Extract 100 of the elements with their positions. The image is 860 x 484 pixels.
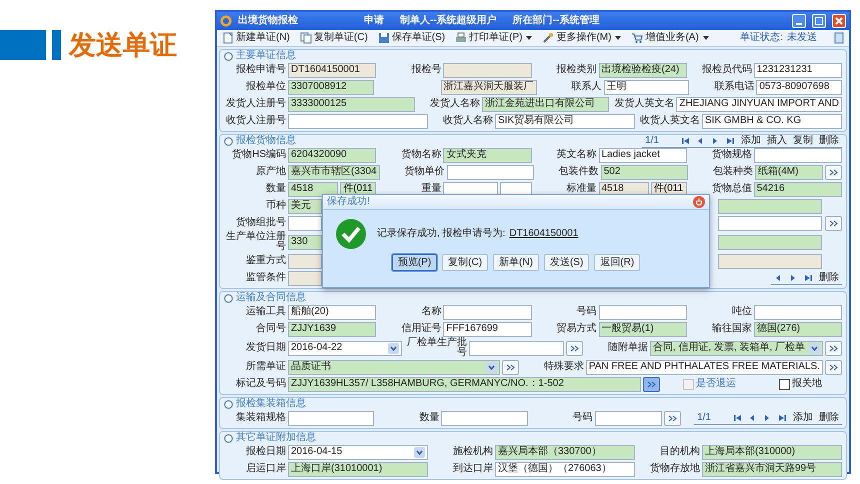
- input-field[interactable]: [718, 234, 822, 250]
- input-field[interactable]: 嘉兴局本部（330700）: [495, 444, 635, 460]
- pager-button[interactable]: [732, 414, 742, 422]
- input-field[interactable]: 上海口岸(31010001): [288, 462, 428, 476]
- more-button[interactable]: [825, 164, 842, 180]
- input-field[interactable]: 女式夹克: [443, 148, 532, 162]
- toolbar-button[interactable]: 更多操作(M): [541, 30, 622, 46]
- toolbar-button[interactable]: 增值业务(A): [630, 30, 710, 46]
- input-field[interactable]: 上海局本部(310000): [702, 444, 842, 460]
- field-label: 所需单证: [245, 362, 286, 372]
- more-button[interactable]: [664, 410, 682, 426]
- input-field[interactable]: [718, 216, 822, 230]
- input-field[interactable]: 3307008912: [288, 80, 374, 94]
- toolbar-button[interactable]: 复制单证(C): [298, 30, 369, 46]
- dialog-button[interactable]: 新单(N): [493, 254, 539, 271]
- input-field[interactable]: [718, 254, 822, 268]
- input-field[interactable]: 浙江省嘉兴市洞天路99号: [702, 462, 842, 476]
- input-field[interactable]: ZJJY1639HL357/ L358HAMBURG, GERMANYC/NO.：1-502: [288, 376, 641, 392]
- dropdown-field[interactable]: 2016-04-15: [288, 444, 428, 460]
- dropdown-field[interactable]: 品质证书: [288, 360, 500, 374]
- input-field[interactable]: 一般贸易(1): [598, 322, 687, 336]
- dialog-button[interactable]: 复制(C): [442, 254, 488, 271]
- dropdown-field[interactable]: 2016-04-22: [288, 340, 402, 356]
- input-field[interactable]: [754, 304, 842, 320]
- input-field[interactable]: 纸箱(4M): [754, 164, 823, 180]
- more-button[interactable]: [825, 360, 842, 374]
- toolbar-button[interactable]: 保存单证(S): [376, 30, 446, 46]
- dropdown-field[interactable]: 合同, 信用证, 发票, 装箱单, 厂检单: [650, 340, 824, 356]
- pager-action-button[interactable]: 添加: [741, 134, 761, 146]
- input-field[interactable]: FFF167699: [443, 322, 532, 336]
- input-field[interactable]: 0573-80907698: [756, 80, 842, 94]
- input-field[interactable]: 德国(276): [754, 322, 842, 336]
- input-field[interactable]: [288, 410, 374, 426]
- input-field[interactable]: 出境检验检疫(24): [598, 62, 687, 78]
- toolbar-button[interactable]: 新建单证(N): [221, 30, 291, 46]
- pager-button[interactable]: [696, 136, 705, 144]
- input-field[interactable]: 54216: [754, 182, 842, 196]
- input-field[interactable]: [441, 410, 528, 426]
- pager-button[interactable]: [726, 136, 735, 144]
- input-field[interactable]: [718, 198, 822, 214]
- input-field[interactable]: [288, 114, 428, 128]
- input-field[interactable]: [468, 340, 564, 356]
- pager-button[interactable]: [774, 274, 783, 282]
- input-field[interactable]: [288, 254, 322, 268]
- pager-action-button[interactable]: 删除: [819, 134, 839, 146]
- pager-button[interactable]: [804, 274, 813, 282]
- checkbox[interactable]: [779, 378, 790, 390]
- input-field[interactable]: PAN FREE AND PHTHALATES FREE MATERIALS.: [586, 360, 823, 374]
- pager-button[interactable]: [681, 136, 690, 144]
- input-field[interactable]: 王明: [604, 80, 690, 94]
- input-field[interactable]: 6204320090: [288, 148, 376, 162]
- printer-icon: [455, 32, 468, 44]
- input-field[interactable]: Ladies jacket: [598, 148, 687, 162]
- toolbar-button[interactable]: 打印单证(P): [454, 30, 534, 46]
- pager-action-button[interactable]: 删除: [818, 412, 839, 424]
- input-field[interactable]: DT1604150001: [288, 62, 376, 78]
- more-button[interactable]: [643, 376, 660, 392]
- maximize-button[interactable]: [812, 14, 826, 28]
- input-field[interactable]: 浙江嘉兴洞天服装厂: [440, 80, 537, 94]
- input-field[interactable]: 嘉兴市市辖区(3304: [288, 164, 380, 180]
- page-icon: [833, 32, 845, 44]
- input-field[interactable]: ZJJY1639: [288, 322, 376, 336]
- close-button[interactable]: [693, 196, 705, 208]
- input-field[interactable]: [443, 304, 532, 320]
- dialog-button[interactable]: 返回(R): [594, 254, 640, 271]
- cart-icon: [631, 32, 644, 44]
- input-field[interactable]: 330: [288, 234, 322, 250]
- input-field[interactable]: [446, 164, 534, 180]
- pager-button[interactable]: [778, 414, 787, 422]
- input-field[interactable]: [288, 270, 322, 286]
- pager-button[interactable]: [748, 414, 757, 422]
- more-button[interactable]: [825, 216, 842, 230]
- dialog-button[interactable]: 预览(P): [392, 254, 438, 271]
- close-button[interactable]: [832, 14, 846, 28]
- input-field[interactable]: 船舶(20): [288, 304, 376, 320]
- input-field[interactable]: 3333000125: [288, 96, 416, 112]
- input-field[interactable]: 浙江金苑进出口有限公司: [482, 96, 610, 112]
- input-field[interactable]: [594, 410, 662, 426]
- pager-action-button[interactable]: 添加: [792, 412, 813, 424]
- pager-action-button[interactable]: 复制: [793, 134, 813, 146]
- input-field[interactable]: [443, 62, 532, 78]
- field-label: 吨位: [730, 307, 752, 317]
- pager-action-button[interactable]: 插入: [767, 134, 787, 146]
- input-field[interactable]: 美元: [288, 198, 322, 214]
- more-button[interactable]: [502, 360, 519, 374]
- input-field[interactable]: ZHEJIANG JINYUAN IMPORT AND: [676, 96, 842, 112]
- more-button[interactable]: [566, 340, 583, 356]
- pager-action-button[interactable]: 删除: [819, 272, 839, 284]
- input-field[interactable]: [754, 148, 842, 162]
- input-field[interactable]: 汉堡（德国）（276063）: [495, 462, 635, 476]
- input-field[interactable]: SIK贸易有限公司: [495, 114, 635, 128]
- input-field[interactable]: 4518: [288, 182, 338, 196]
- input-field[interactable]: [288, 216, 322, 230]
- more-button[interactable]: [825, 340, 842, 356]
- minimize-button[interactable]: [792, 14, 806, 28]
- input-field[interactable]: 1231231231: [754, 62, 842, 78]
- input-field[interactable]: SIK GMBH & CO. KG: [702, 114, 842, 128]
- input-field[interactable]: [598, 304, 687, 320]
- input-field[interactable]: 502: [600, 164, 688, 180]
- dialog-button[interactable]: 发送(S): [544, 254, 590, 271]
